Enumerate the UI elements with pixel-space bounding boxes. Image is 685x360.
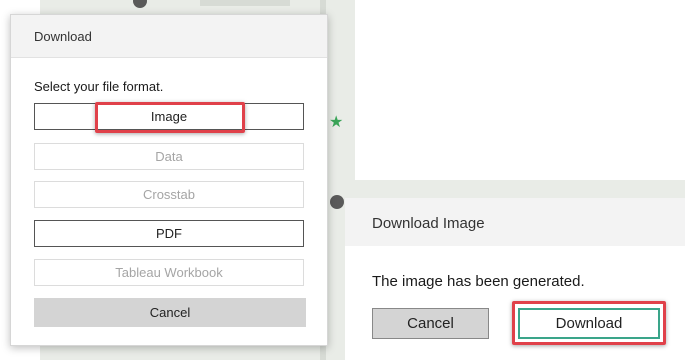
map-marker-icon [330, 195, 344, 209]
dialog-header: Download Image [345, 198, 685, 246]
image-highlight-box [95, 102, 245, 133]
dialog-header: Download [11, 15, 327, 58]
dialog-title: Download Image [372, 215, 485, 232]
format-crosstab-button[interactable]: Crosstab [34, 181, 304, 208]
star-marker-icon: ★ [329, 114, 344, 131]
download-dialog: Download Select your file format. Image … [10, 14, 328, 346]
status-message: The image has been generated. [372, 273, 585, 290]
cancel-button[interactable]: Cancel [34, 298, 306, 327]
format-data-button[interactable]: Data [34, 143, 304, 170]
map-road [200, 0, 290, 6]
format-pdf-button[interactable]: PDF [34, 220, 304, 247]
format-prompt: Select your file format. [34, 79, 164, 94]
format-workbook-button[interactable]: Tableau Workbook [34, 259, 304, 286]
map-background-right [345, 180, 685, 200]
dialog-title: Download [34, 29, 92, 44]
download-image-dialog: Download Image The image has been genera… [345, 198, 685, 360]
download-highlight-box [512, 301, 666, 345]
cancel-button[interactable]: Cancel [372, 308, 489, 339]
